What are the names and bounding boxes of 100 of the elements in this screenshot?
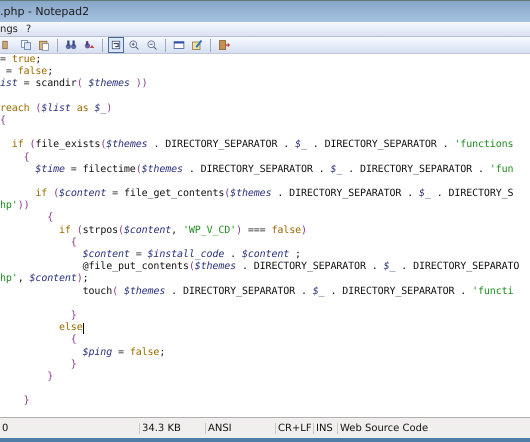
code-text: . DIRECTORY_SEPARATOR . bbox=[152, 139, 290, 152]
door-icon[interactable] bbox=[216, 37, 232, 53]
code-text: ; bbox=[35, 54, 42, 66]
code-bracket: ( bbox=[188, 261, 195, 274]
code-bracket: ( bbox=[100, 139, 106, 152]
code-bracket: )) bbox=[134, 78, 148, 91]
code-text: = filectime bbox=[70, 164, 136, 176]
code-variable: $_ bbox=[295, 139, 307, 152]
status-field: 34.3 KB bbox=[139, 422, 205, 434]
code-bracket: } bbox=[22, 395, 30, 408]
code-variable: $themes bbox=[194, 261, 236, 274]
code-text: . DIRECTORY_SEPARATOR . bbox=[312, 139, 450, 152]
code-keyword: false bbox=[130, 346, 160, 359]
status-field: CR+LF bbox=[275, 422, 313, 434]
code-text: . DIRECTORY_S bbox=[436, 188, 514, 200]
code-text: touch bbox=[82, 286, 112, 298]
code-bracket: { bbox=[0, 114, 6, 128]
code-text: strpos bbox=[82, 224, 118, 237]
window-title: .php - Notepad2 bbox=[0, 5, 90, 18]
code-text: ; bbox=[159, 346, 166, 359]
code-text: = bbox=[134, 249, 143, 261]
code-string: 'functi bbox=[472, 286, 514, 298]
code-bracket: } bbox=[70, 310, 77, 322]
code-text: . DIRECTORY_SEPARATOR . bbox=[170, 286, 308, 298]
code-bracket: )) bbox=[18, 200, 30, 212]
code-keyword: if bbox=[10, 139, 24, 152]
code-bracket: ( bbox=[136, 164, 142, 176]
code-text: , bbox=[18, 273, 25, 286]
code-text: . DIRECTORY_SEPARATOR . bbox=[276, 188, 414, 200]
code-text: . DIRECTORY_SEPARATOR . bbox=[188, 164, 326, 176]
code-bracket: { bbox=[22, 152, 30, 164]
menu-item[interactable]: ngs bbox=[0, 24, 18, 34]
code-keyword: if bbox=[58, 224, 71, 237]
code-variable: $content bbox=[82, 249, 130, 261]
text-caret bbox=[82, 322, 84, 334]
code-bracket: ( bbox=[28, 139, 36, 152]
code-variable: $time bbox=[34, 164, 65, 176]
code-bracket: ( bbox=[118, 224, 124, 237]
code-text: = bbox=[0, 54, 7, 66]
code-variable: $content bbox=[59, 188, 106, 200]
code-bracket: ) bbox=[106, 102, 112, 115]
code-string: hp' bbox=[0, 200, 18, 212]
code-text: @file_put_contents bbox=[82, 261, 189, 274]
code-variable: $_ bbox=[330, 164, 342, 176]
code-variable: $content bbox=[124, 224, 172, 237]
code-bracket: ( bbox=[52, 188, 60, 200]
code-text: = scandir bbox=[22, 78, 77, 91]
code-string: 'functions bbox=[454, 139, 514, 152]
code-variable: $list bbox=[41, 102, 71, 115]
code-bracket: { bbox=[46, 212, 54, 225]
code-text: = file_get_contents bbox=[111, 188, 224, 200]
code-text: . DIRECTORY_SEPARATOR . bbox=[240, 261, 379, 274]
code-text: . DIRECTORY_SEPARATOR . bbox=[347, 164, 485, 176]
word-wrap-icon[interactable] bbox=[108, 37, 124, 53]
code-bracket: ( bbox=[76, 78, 84, 91]
code-text: . DIRECTORY_SEPARATO bbox=[400, 261, 520, 274]
code-text: = bbox=[4, 66, 13, 78]
code-variable: $_ bbox=[419, 188, 431, 200]
copy-icon[interactable] bbox=[18, 37, 34, 53]
pencil-icon[interactable] bbox=[189, 37, 205, 53]
menu-item[interactable]: ? bbox=[26, 24, 32, 34]
code-keyword: else bbox=[58, 322, 83, 334]
status-field: INS bbox=[313, 422, 337, 434]
code-keyword: reach bbox=[0, 102, 30, 115]
code-text: ; bbox=[82, 273, 89, 286]
code-variable: $themes bbox=[88, 78, 130, 91]
code-variable: $themes bbox=[230, 188, 272, 200]
code-variable: $ping bbox=[82, 346, 112, 359]
code-variable: $content bbox=[242, 249, 290, 262]
code-text: === bbox=[246, 224, 267, 237]
code-string: 'fun bbox=[490, 164, 514, 176]
status-field: ANSI bbox=[205, 422, 275, 434]
code-keyword: false bbox=[18, 66, 48, 78]
code-variable: ist bbox=[0, 78, 18, 91]
code-variable: $themes bbox=[124, 286, 166, 298]
status-field: 0 bbox=[0, 422, 139, 434]
code-text: , bbox=[171, 224, 178, 237]
code-keyword: as bbox=[76, 102, 90, 115]
code-bracket: ( bbox=[34, 102, 42, 115]
code-variable: $_ bbox=[312, 286, 325, 298]
code-text: ; bbox=[47, 66, 54, 78]
code-keyword: false bbox=[272, 224, 302, 237]
code-bracket: } bbox=[70, 358, 77, 371]
code-keyword: if bbox=[34, 188, 48, 200]
code-text: file_exists bbox=[35, 139, 100, 152]
code-variable: $themes bbox=[142, 164, 183, 176]
code-bracket: { bbox=[70, 334, 77, 346]
code-text: = bbox=[117, 346, 125, 359]
status-field: Web Source Code bbox=[337, 422, 530, 434]
code-text: . bbox=[229, 249, 238, 261]
code-bracket: } bbox=[46, 370, 54, 384]
code-variable: $install_code bbox=[148, 249, 224, 261]
code-bracket: ( bbox=[76, 224, 83, 237]
code-text: ; bbox=[294, 249, 301, 262]
code-bracket: ) bbox=[301, 224, 307, 237]
code-string: 'WP_V_CD' bbox=[182, 224, 236, 237]
code-variable: $_ bbox=[384, 261, 396, 274]
code-bracket: ( bbox=[224, 188, 230, 200]
code-string: hp' bbox=[0, 273, 18, 286]
code-bracket: ) bbox=[236, 224, 242, 237]
